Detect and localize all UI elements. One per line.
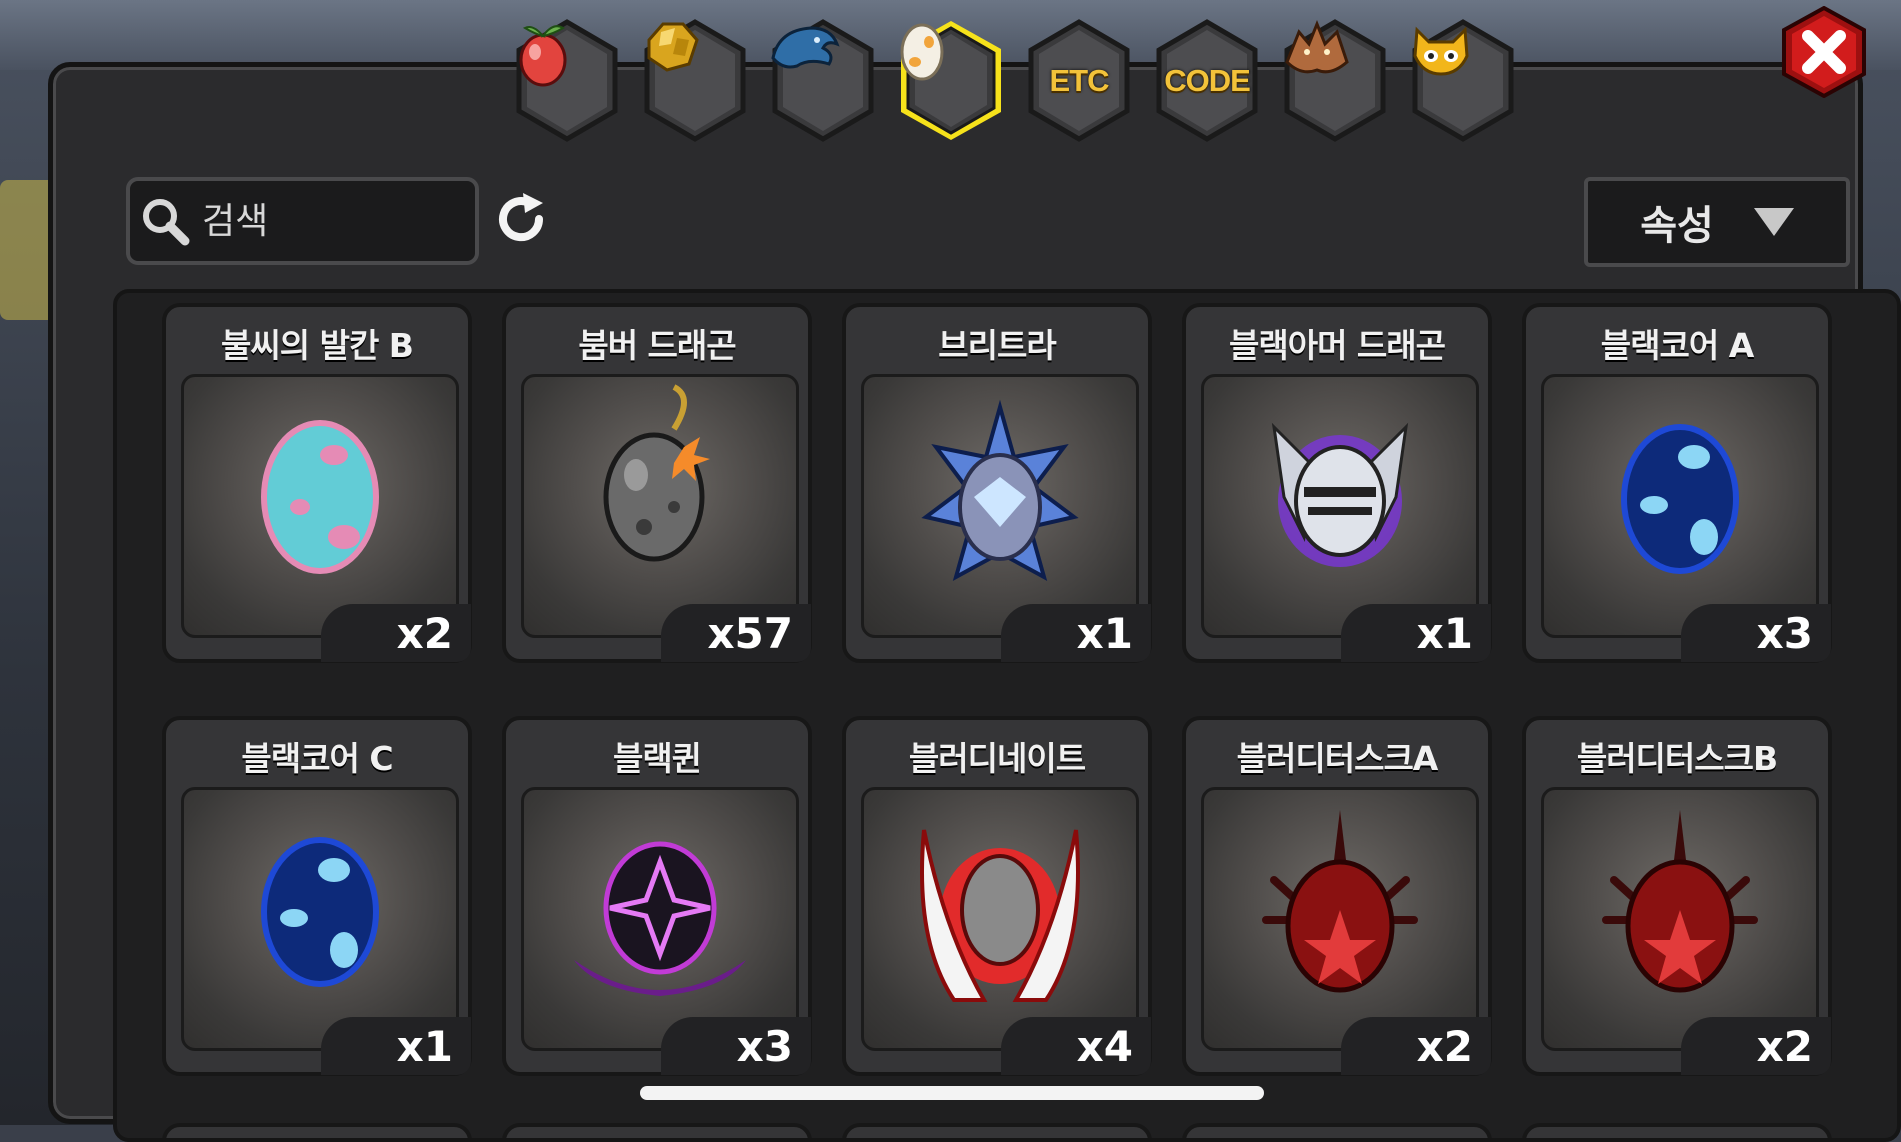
- egg-black-core-icon: [1621, 424, 1739, 574]
- item-count-badge: x3: [1681, 604, 1831, 662]
- egg-red-tusk-icon: [1262, 810, 1418, 993]
- item-card[interactable]: 브리트라 x1: [842, 303, 1152, 663]
- item-grid: 불씨의 발칸 Bx2 붐버 드래곤 x57 브리트라 x1 블랙아머 드래곤 x1 블랙코어 …: [162, 303, 1832, 1076]
- egg-red-spikes-icon: [920, 829, 1080, 1002]
- refresh-button[interactable]: [489, 187, 553, 251]
- tab-code[interactable]: CODE: [1153, 18, 1281, 143]
- next-row-peek: [162, 1123, 1832, 1138]
- item-name: 블러디터스크B: [1576, 739, 1778, 778]
- item-grid-container[interactable]: 불씨의 발칸 Bx2 붐버 드래곤 x57 브리트라 x1 블랙아머 드래곤 x1 블랙코어 …: [113, 289, 1901, 1142]
- item-image: [521, 787, 799, 1051]
- card-peek: [842, 1123, 1152, 1138]
- item-card[interactable]: 블러디터스크B x2: [1522, 716, 1832, 1076]
- item-count-badge: x1: [1341, 604, 1491, 662]
- item-name: 불씨의 발칸 B: [221, 326, 414, 365]
- item-image: [181, 374, 459, 638]
- item-name: 블랙코어 A: [1600, 326, 1754, 365]
- egg-bomb-icon: [603, 384, 710, 562]
- item-card[interactable]: 블랙아머 드래곤 x1: [1182, 303, 1492, 663]
- item-card[interactable]: 불씨의 발칸 B x2: [162, 303, 472, 663]
- item-count-badge: x1: [1001, 604, 1151, 662]
- tab-egg[interactable]: [897, 18, 1025, 143]
- category-tabs: ETC CODE: [513, 18, 1537, 148]
- card-peek: [1522, 1123, 1832, 1138]
- tab-gold[interactable]: [641, 18, 769, 143]
- gold-ore-icon: [641, 18, 749, 143]
- dragon-head-icon: [769, 18, 877, 143]
- home-indicator[interactable]: [640, 1086, 1264, 1100]
- card-peek: [1182, 1123, 1492, 1138]
- item-name: 블랙코어 C: [241, 739, 393, 778]
- item-card[interactable]: 블랙퀸 x3: [502, 716, 812, 1076]
- item-name: 블랙퀸: [612, 739, 702, 778]
- item-image: [1201, 374, 1479, 638]
- item-name: 블러디네이트: [908, 739, 1086, 778]
- sort-dropdown[interactable]: 속성: [1584, 177, 1850, 267]
- tab-etc[interactable]: ETC: [1025, 18, 1153, 143]
- card-peek: [502, 1123, 812, 1138]
- search-box[interactable]: [126, 177, 479, 265]
- tab-code-label: CODE: [1164, 62, 1251, 98]
- item-card[interactable]: 블러디터스크A x2: [1182, 716, 1492, 1076]
- item-image: [1541, 787, 1819, 1051]
- item-count-badge: x1: [321, 1017, 471, 1075]
- item-image: [861, 374, 1139, 638]
- item-card[interactable]: 블랙코어 A x3: [1522, 303, 1832, 663]
- item-count-badge: x2: [1681, 1017, 1831, 1075]
- item-name: 블랙아머 드래곤: [1228, 326, 1446, 365]
- egg-black-queen-icon: [574, 841, 746, 996]
- item-count-badge: x57: [661, 604, 811, 662]
- egg-black-core-icon: [261, 837, 379, 987]
- search-icon: [130, 181, 200, 261]
- item-count-badge: x2: [321, 604, 471, 662]
- close-icon: [1782, 5, 1866, 99]
- cat-face-icon: [1409, 18, 1517, 143]
- egg-crystal-blue-icon: [921, 399, 1079, 582]
- item-count-badge: x3: [661, 1017, 811, 1075]
- card-peek: [162, 1123, 472, 1138]
- egg-cyan-pink-icon: [261, 420, 379, 574]
- inventory-panel: 속성 불씨의 발칸 Bx2붐버 드래곤x57브리트라x1블랙아머 드래곤x1블랙…: [48, 62, 1901, 1142]
- item-count-badge: x2: [1341, 1017, 1491, 1075]
- item-name: 붐버 드래곤: [578, 326, 736, 365]
- item-image: [521, 374, 799, 638]
- tab-pet[interactable]: [1409, 18, 1537, 143]
- dragon-face-icon: [1281, 18, 1389, 143]
- tab-fruit[interactable]: [513, 18, 641, 143]
- item-card[interactable]: 붐버 드래곤 x57: [502, 303, 812, 663]
- tab-dragon[interactable]: [1281, 18, 1409, 143]
- tab-dragon-scale[interactable]: [769, 18, 897, 143]
- sort-label: 속성: [1640, 203, 1714, 249]
- item-card[interactable]: 블랙코어 C x1: [162, 716, 472, 1076]
- item-count-badge: x4: [1001, 1017, 1151, 1075]
- close-button[interactable]: [1778, 5, 1870, 99]
- item-image: [181, 787, 459, 1051]
- item-image: [1201, 787, 1479, 1051]
- egg-knight-helmet-icon: [1271, 422, 1409, 567]
- item-card[interactable]: 블러디네이트 x4: [842, 716, 1152, 1076]
- fruit-icon: [513, 18, 621, 143]
- item-image: [1541, 374, 1819, 638]
- refresh-icon: [499, 193, 544, 242]
- egg-red-tusk-icon: [1602, 810, 1758, 993]
- chevron-down-icon: [1753, 208, 1794, 236]
- item-name: 브리트라: [938, 326, 1056, 365]
- search-input[interactable]: [200, 199, 454, 243]
- item-name: 블러디터스크A: [1236, 739, 1439, 778]
- egg-icon: [897, 18, 1005, 143]
- tab-etc-label: ETC: [1049, 62, 1110, 98]
- item-image: [861, 787, 1139, 1051]
